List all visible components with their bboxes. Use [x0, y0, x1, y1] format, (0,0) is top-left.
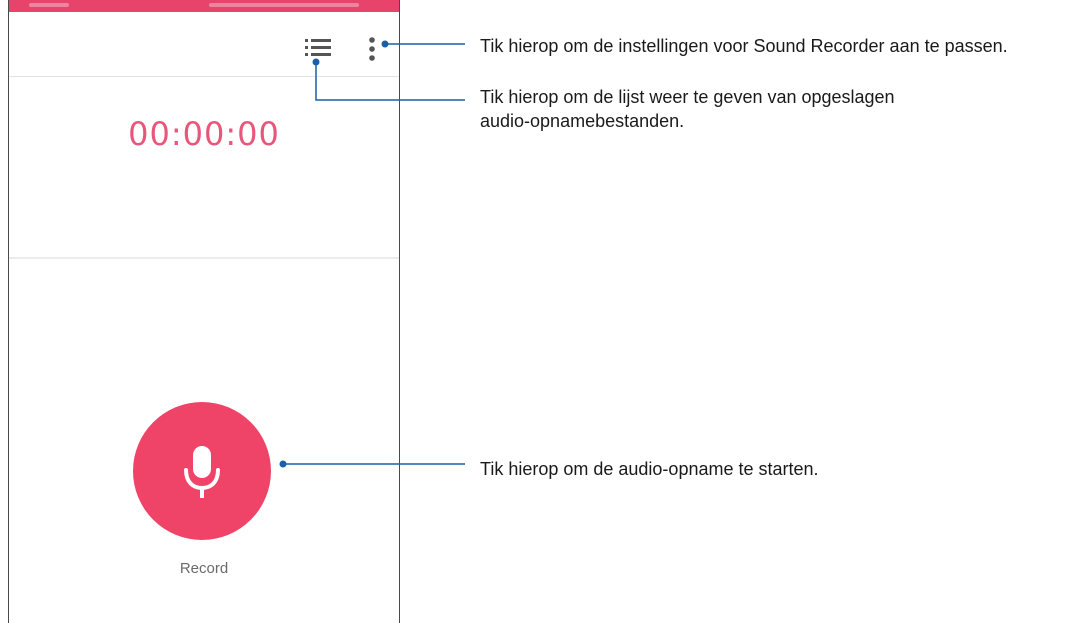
- callout-settings-text: Tik hierop om de instellingen voor Sound…: [480, 36, 1008, 56]
- app-toolbar: [9, 12, 399, 77]
- phone-screen: 00:00:00 Record: [8, 0, 400, 623]
- record-button[interactable]: [133, 402, 271, 540]
- recording-timer: 00:00:00: [128, 115, 280, 153]
- callout-list-text: Tik hierop om de lijst weer te geven van…: [480, 85, 895, 133]
- record-label: Record: [179, 560, 229, 577]
- list-icon[interactable]: [305, 38, 331, 58]
- status-bar-icons: [29, 3, 69, 7]
- timer-area: 00:00:00: [9, 77, 399, 259]
- callout-record-text: Tik hierop om de audio-opname te starten…: [480, 459, 819, 479]
- callout-list-line2: audio-opnamebestanden.: [480, 111, 685, 131]
- callout-list-line1: Tik hierop om de lijst weer te geven van…: [480, 87, 895, 107]
- microphone-icon: [180, 444, 224, 500]
- status-bar-info: [209, 3, 359, 7]
- status-bar: [9, 0, 399, 12]
- more-vert-icon[interactable]: [365, 36, 379, 62]
